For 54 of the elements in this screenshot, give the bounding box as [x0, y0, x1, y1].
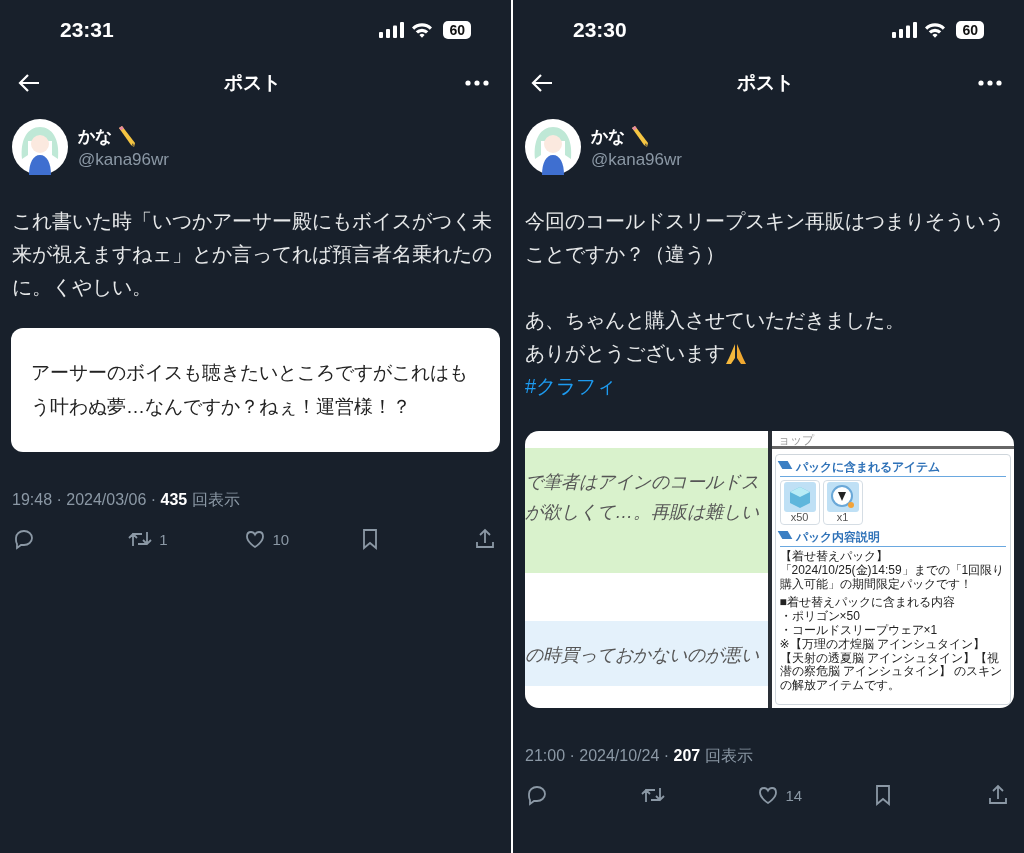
share-icon[interactable] — [473, 527, 497, 551]
item-count: x50 — [790, 512, 809, 523]
battery-indicator: 60 — [956, 21, 984, 39]
count: 10 — [272, 530, 290, 548]
section-title: パックに含まれるアイテム — [779, 459, 1006, 477]
quoted-text: アーサーのボイスも聴きたいところですがこれはもう叶わぬ夢…なんですか？ねぇ！運営様！？ — [11, 328, 500, 452]
emblem-icon — [826, 482, 859, 512]
item-count: x1 — [836, 512, 849, 523]
post-info: 19:48 · 2024/03/06 · 435 回表示 — [11, 490, 241, 510]
article-text: で筆者はアインのコールドス — [525, 471, 760, 494]
user-name[interactable]: かな — [78, 124, 112, 148]
back-arrow-icon[interactable] — [531, 72, 553, 93]
signal-icon — [379, 22, 406, 38]
user-handle[interactable]: @kana96wr — [78, 149, 169, 170]
reply-icon[interactable] — [525, 783, 549, 807]
cube-icon — [783, 482, 816, 512]
description-text: 【着せ替えパック】 — [779, 550, 889, 564]
post-text: 今回のコールドスリープスキン再販はつまりそういうことですか？（違う） — [525, 209, 1006, 267]
avatar[interactable] — [525, 119, 581, 175]
item-tile[interactable]: x1 — [822, 480, 863, 525]
post-text: これ書いた時「いつかアーサー殿にもボイスがつく未来が視えますねェ」とか言ってれば預言者名乗れたのに。くやしい。 — [12, 209, 493, 300]
description-text: ・ポリゴン×50 — [779, 610, 861, 624]
user-name[interactable]: かな — [591, 124, 625, 148]
avatar[interactable] — [12, 119, 68, 175]
description-text: ■着せ替えパックに含まれる内容 — [779, 596, 956, 610]
item-tile[interactable]: x50 — [779, 480, 820, 525]
page-title: ポスト — [224, 70, 281, 95]
page-title: ポスト — [737, 70, 794, 95]
post-info: 21:00 · 2024/10/24 · 207 回表示 — [524, 746, 754, 766]
back-arrow-icon[interactable] — [18, 72, 40, 93]
count: 14 — [785, 786, 803, 804]
description-text: ・コールドスリープウェア×1 — [779, 624, 939, 638]
reply-icon[interactable] — [12, 527, 36, 551]
more-icon[interactable] — [978, 79, 1002, 86]
screen-header: ョップ — [771, 431, 1014, 449]
count: 1 — [159, 530, 168, 548]
signal-icon — [892, 22, 919, 38]
more-icon[interactable] — [465, 79, 489, 86]
user-handle[interactable]: @kana96wr — [591, 149, 682, 170]
section-title: パック内容説明 — [779, 529, 1006, 547]
share-icon[interactable] — [986, 783, 1010, 807]
attached-screenshot[interactable] — [525, 431, 1014, 708]
article-text: の時買っておかないのが悪い — [525, 644, 760, 667]
description-text: 「2024/10/25(金)14:59」までの「1回限り購入可能」の期間限定パックです！ — [779, 563, 1006, 592]
post-text: ありがとうございます — [525, 341, 725, 366]
description-text: ※【万理の才煌脳 アインシュタイン】【天射の透夏脳 アインシュタイン】【視潜の察危脳 アインシュタイン】 のスキンの解放アイテムです。 — [779, 637, 1004, 693]
status-time: 23:31 — [60, 18, 115, 42]
status-time: 23:30 — [573, 18, 628, 42]
battery-indicator: 60 — [443, 21, 471, 39]
post-text: あ、ちゃんと購入させていただきました。 — [525, 308, 905, 333]
article-text: が欲しくて…。再販は難しい — [525, 501, 760, 524]
wifi-icon — [924, 22, 947, 38]
wifi-icon — [411, 22, 434, 38]
hashtag-link[interactable]: #クラフィ — [525, 370, 617, 403]
